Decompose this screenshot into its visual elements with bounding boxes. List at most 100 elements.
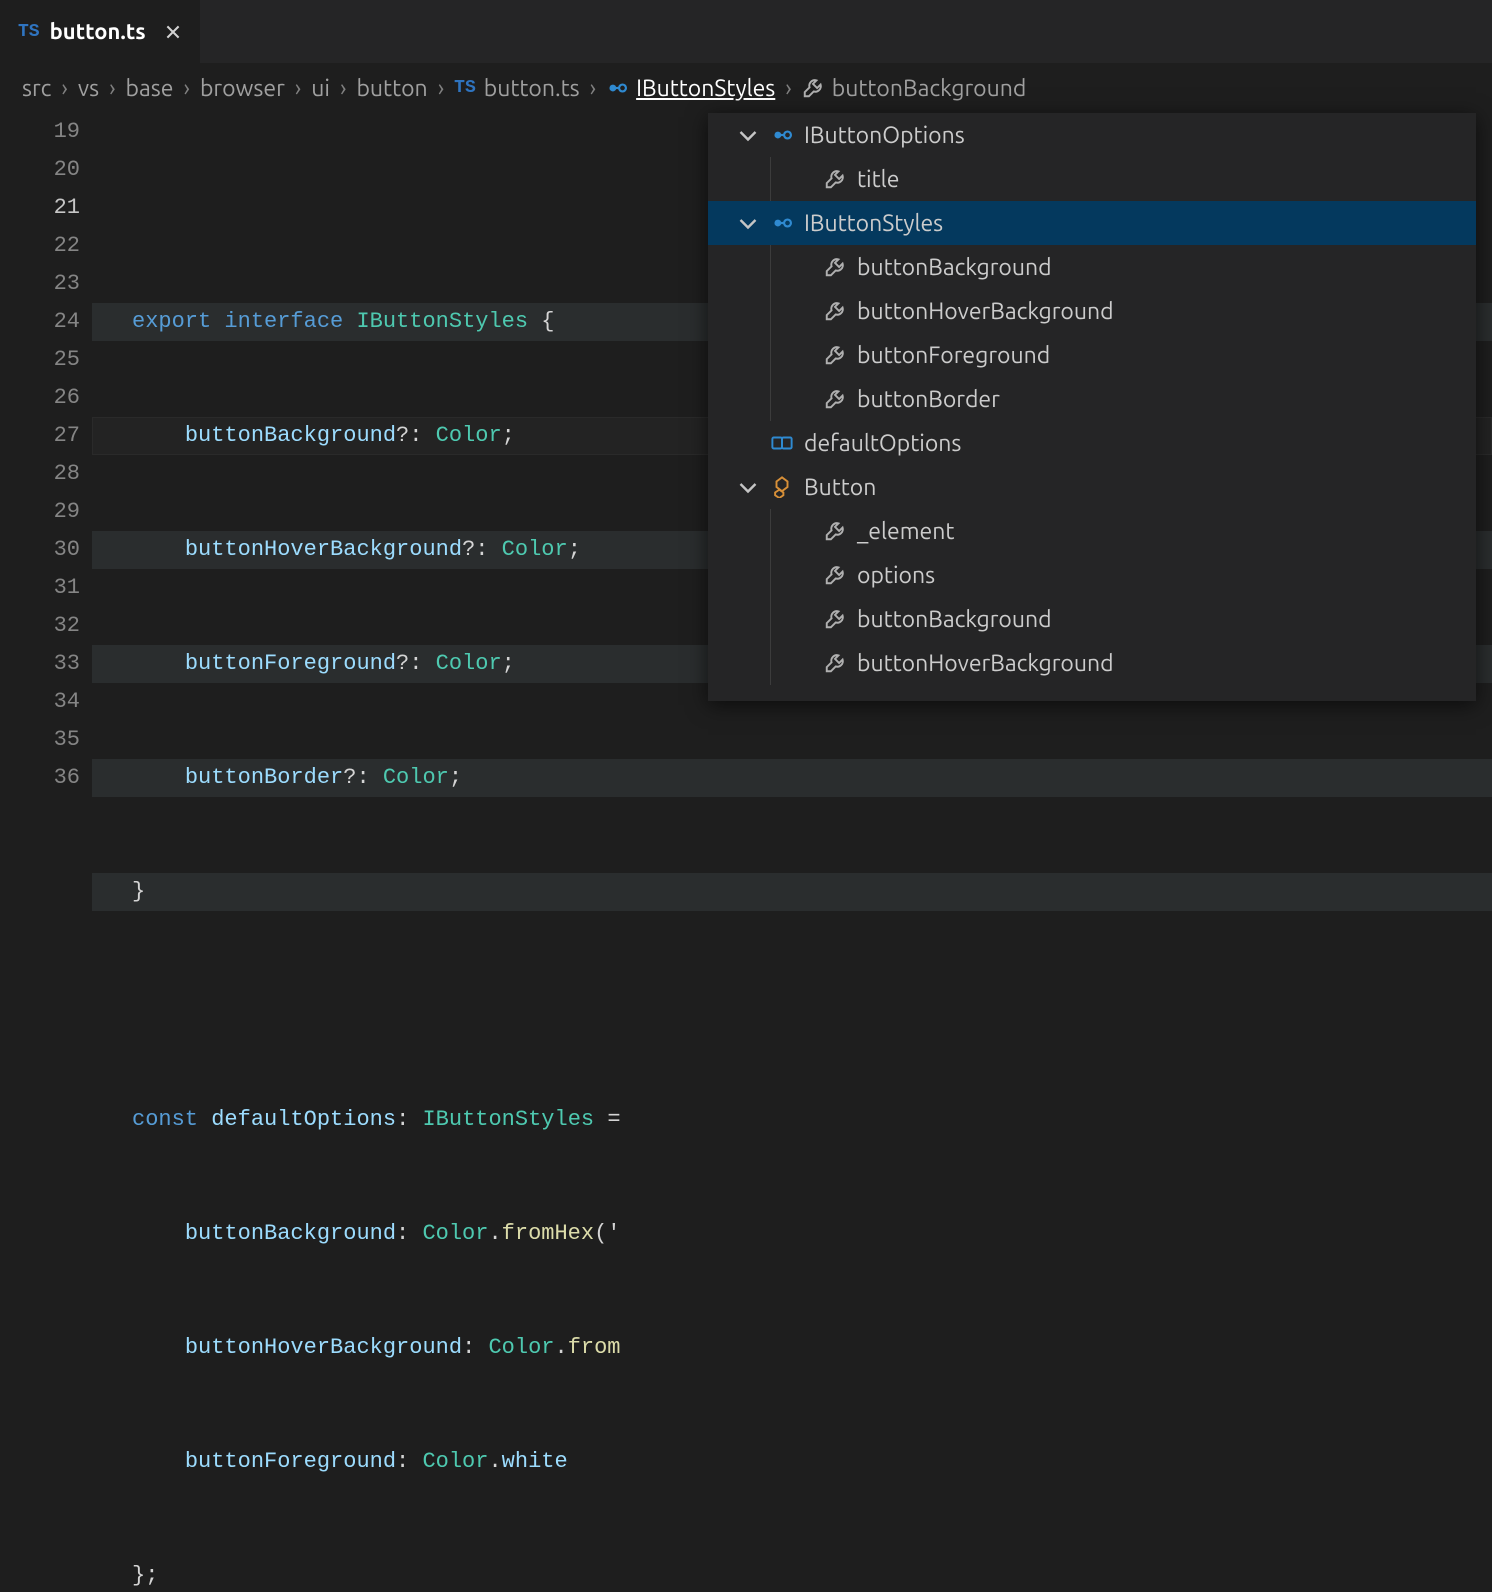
tree-guide xyxy=(770,245,771,289)
line-number: 26 xyxy=(0,379,80,417)
chevron-down-icon xyxy=(736,387,760,411)
class-icon xyxy=(770,476,794,498)
tree-guide xyxy=(770,377,771,421)
outline-item[interactable]: options xyxy=(708,553,1476,597)
line-number: 29 xyxy=(0,493,80,531)
tab-active[interactable]: TS button.ts xyxy=(0,0,201,63)
line-number: 34 xyxy=(0,683,80,721)
code-line: buttonHoverBackground: Color.from xyxy=(92,1329,1492,1367)
wrench-icon xyxy=(802,77,824,99)
breadcrumb-outline-popup[interactable]: IButtonOptions title IButtonStyles buttonBa… xyxy=(708,113,1476,701)
breadcrumb-segment[interactable]: button xyxy=(356,76,427,101)
constant-icon xyxy=(770,432,794,454)
outline-item-label: buttonBorder xyxy=(857,387,1000,412)
line-number: 19 xyxy=(0,113,80,151)
wrench-icon xyxy=(823,344,847,366)
breadcrumb-segment[interactable]: src xyxy=(22,76,51,101)
line-number: 30 xyxy=(0,531,80,569)
close-icon[interactable] xyxy=(164,23,182,41)
code-line: const defaultOptions: IButtonStyles = xyxy=(92,1101,1492,1139)
breadcrumb-symbol[interactable]: IButtonStyles xyxy=(606,76,775,101)
line-number: 27 xyxy=(0,417,80,455)
interface-icon xyxy=(770,124,794,146)
breadcrumb-segment[interactable]: vs xyxy=(78,76,99,101)
outline-item-label: IButtonOptions xyxy=(804,123,965,148)
tab-bar: TS button.ts xyxy=(0,0,1492,63)
chevron-down-icon[interactable] xyxy=(736,123,760,147)
outline-item[interactable]: title xyxy=(708,157,1476,201)
chevron-down-icon[interactable] xyxy=(736,475,760,499)
outline-item[interactable]: buttonHoverBackground xyxy=(708,289,1476,333)
chevron-right-icon: › xyxy=(109,76,115,101)
chevron-right-icon: › xyxy=(590,76,596,101)
breadcrumb-file-label: button.ts xyxy=(484,76,580,101)
tree-guide xyxy=(770,553,771,597)
breadcrumb-symbol-label: IButtonStyles xyxy=(636,76,775,101)
typescript-icon: TS xyxy=(454,78,476,98)
wrench-icon xyxy=(823,520,847,542)
outline-item[interactable]: Button xyxy=(708,465,1476,509)
interface-icon xyxy=(770,212,794,234)
chevron-down-icon xyxy=(736,651,760,675)
breadcrumb-file[interactable]: TS button.ts xyxy=(454,76,580,101)
outline-item[interactable]: buttonBackground xyxy=(708,597,1476,641)
line-number: 20 xyxy=(0,151,80,189)
wrench-icon xyxy=(823,388,847,410)
outline-item-label: defaultOptions xyxy=(804,431,961,456)
tree-guide xyxy=(770,509,771,553)
tree-guide xyxy=(770,641,771,685)
outline-item-label: buttonBackground xyxy=(857,607,1052,632)
outline-item-label: buttonHoverBackground xyxy=(857,651,1114,676)
breadcrumb-segment[interactable]: ui xyxy=(311,76,330,101)
wrench-icon xyxy=(823,168,847,190)
outline-item[interactable]: IButtonStyles xyxy=(708,201,1476,245)
code-line: } xyxy=(92,873,1492,911)
chevron-down-icon xyxy=(736,431,760,455)
line-number: 24 xyxy=(0,303,80,341)
outline-item-label: buttonHoverBackground xyxy=(857,299,1114,324)
code-line: buttonForeground: Color.white xyxy=(92,1443,1492,1481)
outline-item[interactable]: buttonHoverBackground xyxy=(708,641,1476,685)
chevron-down-icon xyxy=(736,167,760,191)
code-line: }; xyxy=(92,1557,1492,1592)
outline-item[interactable]: buttonBorder xyxy=(708,377,1476,421)
line-number: 22 xyxy=(0,227,80,265)
line-number: 36 xyxy=(0,759,80,797)
chevron-right-icon: › xyxy=(61,76,67,101)
tree-guide xyxy=(770,597,771,641)
line-number: 32 xyxy=(0,607,80,645)
chevron-down-icon xyxy=(736,299,760,323)
outline-item[interactable]: IButtonOptions xyxy=(708,113,1476,157)
chevron-right-icon: › xyxy=(184,76,190,101)
chevron-down-icon xyxy=(736,255,760,279)
wrench-icon xyxy=(823,608,847,630)
chevron-right-icon: › xyxy=(785,76,791,101)
chevron-right-icon: › xyxy=(438,76,444,101)
line-number: 35 xyxy=(0,721,80,759)
outline-item[interactable]: defaultOptions xyxy=(708,421,1476,465)
line-number: 21 xyxy=(0,189,80,227)
outline-item[interactable]: buttonForeground xyxy=(708,333,1476,377)
breadcrumb: src › vs › base › browser › ui › button … xyxy=(0,63,1492,113)
line-number-gutter: 192021222324252627282930313233343536 xyxy=(0,113,92,796)
outline-item[interactable]: _element xyxy=(708,509,1476,553)
code-line: buttonBackground: Color.fromHex(' xyxy=(92,1215,1492,1253)
typescript-icon: TS xyxy=(18,22,40,42)
outline-item-label: IButtonStyles xyxy=(804,211,943,236)
outline-item[interactable]: buttonBackground xyxy=(708,245,1476,289)
wrench-icon xyxy=(823,564,847,586)
outline-item-label: Button xyxy=(804,475,876,500)
tree-guide xyxy=(770,157,771,201)
interface-icon xyxy=(606,77,628,99)
outline-item-label: _element xyxy=(857,519,954,544)
wrench-icon xyxy=(823,256,847,278)
breadcrumb-segment[interactable]: base xyxy=(126,76,174,101)
tree-guide xyxy=(770,333,771,377)
outline-item-label: buttonBackground xyxy=(857,255,1052,280)
chevron-down-icon[interactable] xyxy=(736,211,760,235)
chevron-down-icon xyxy=(736,519,760,543)
wrench-icon xyxy=(823,652,847,674)
line-number: 33 xyxy=(0,645,80,683)
breadcrumb-symbol[interactable]: buttonBackground xyxy=(802,76,1027,101)
breadcrumb-segment[interactable]: browser xyxy=(200,76,285,101)
